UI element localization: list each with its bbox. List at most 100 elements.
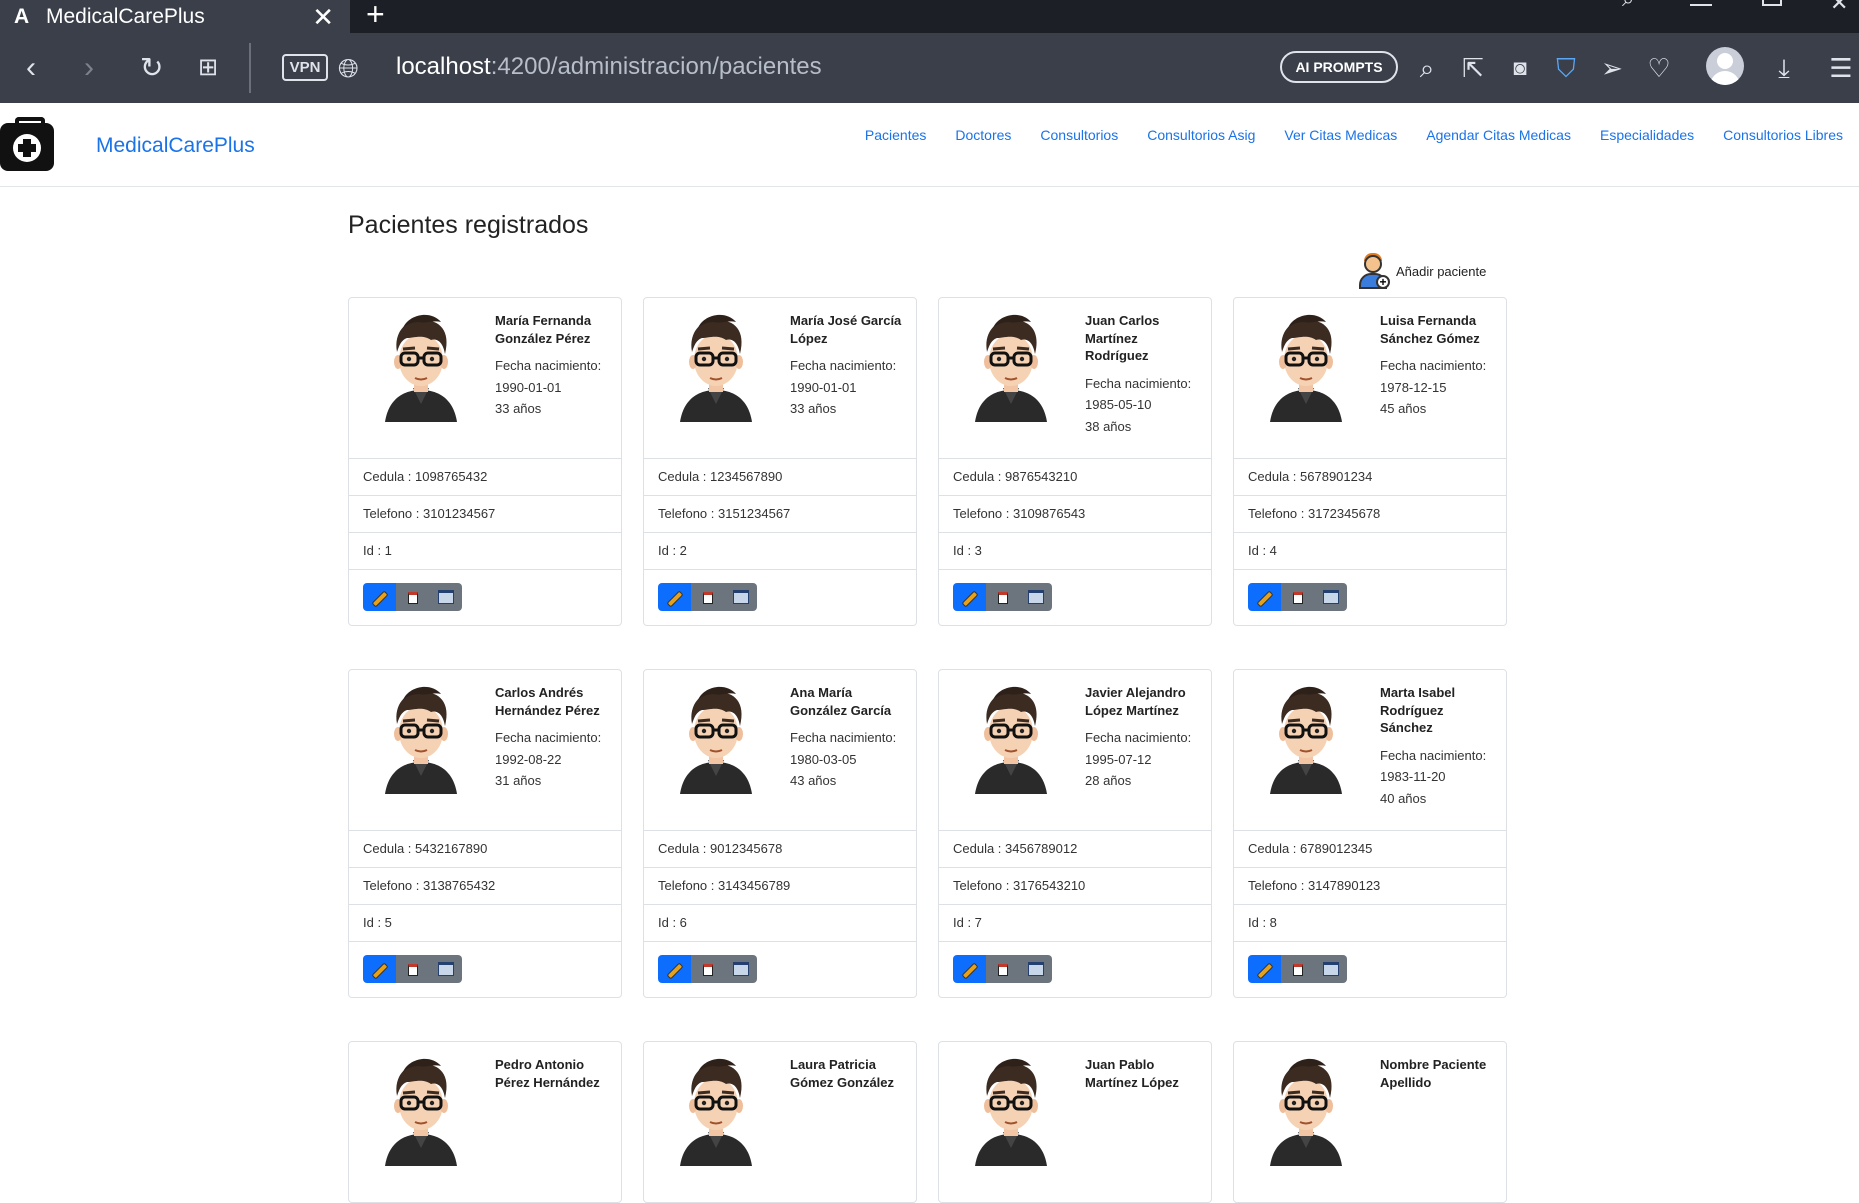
- appointments-button[interactable]: [1019, 583, 1052, 611]
- patient-avatar: [969, 1056, 1053, 1166]
- camera-icon[interactable]: ◙: [1505, 51, 1535, 85]
- appointments-button[interactable]: [1314, 583, 1347, 611]
- delete-button[interactable]: [396, 955, 429, 983]
- dob-value: 1990-01-01: [495, 379, 562, 395]
- close-tab-icon[interactable]: ✕: [312, 2, 334, 33]
- pencil-icon: [962, 591, 977, 607]
- nav-link-ver-citas[interactable]: Ver Citas Medicas: [1284, 127, 1397, 143]
- patient-dob: Fecha nacimiento: 1995-07-12 28 años: [1085, 727, 1199, 792]
- medical-kit-icon[interactable]: [0, 117, 54, 171]
- patient-age: 33 años: [495, 401, 542, 416]
- vpn-badge[interactable]: VPN: [282, 54, 328, 81]
- patient-card-header: Ana María González García Fecha nacimien…: [644, 670, 916, 830]
- address-bar: ‹ › ↻ ⊞ VPN 🌐︎ localhost:4200/administra…: [0, 33, 1859, 103]
- delete-button[interactable]: [1281, 955, 1314, 983]
- patient-age: 43 años: [790, 773, 837, 788]
- delete-button[interactable]: [691, 583, 724, 611]
- profile-avatar-icon[interactable]: [1706, 47, 1744, 85]
- patient-telefono: Telefono : 3151234567: [644, 495, 916, 532]
- minimize-icon[interactable]: [1690, 4, 1712, 6]
- zoom-icon[interactable]: ⌕: [1412, 51, 1442, 85]
- download-icon[interactable]: ⤓: [1769, 51, 1799, 85]
- delete-button[interactable]: [1281, 583, 1314, 611]
- heart-icon[interactable]: ♡: [1644, 51, 1674, 85]
- appointments-button[interactable]: [1019, 955, 1052, 983]
- url-field[interactable]: localhost:4200/administracion/pacientes: [396, 53, 822, 81]
- dob-label: Fecha nacimiento:: [495, 730, 602, 745]
- browser-tab-bar: A MedicalCarePlus ✕ + ⌕ ✕: [0, 0, 1859, 33]
- edit-button[interactable]: [1248, 583, 1281, 611]
- forward-icon[interactable]: ›: [84, 51, 94, 85]
- reload-icon[interactable]: ↻: [140, 51, 163, 85]
- patient-card: Pedro Antonio Pérez Hernández: [348, 1041, 622, 1203]
- patient-card-header: Javier Alejandro López Martínez Fecha na…: [939, 670, 1211, 830]
- delete-button[interactable]: [986, 955, 1019, 983]
- delete-button[interactable]: [691, 955, 724, 983]
- patient-name: Laura Patricia Gómez González: [790, 1057, 895, 1090]
- brand-name[interactable]: MedicalCarePlus: [96, 134, 255, 158]
- patient-telefono: Telefono : 3147890123: [1234, 867, 1506, 904]
- edit-button[interactable]: [363, 955, 396, 983]
- patient-age: 38 años: [1085, 418, 1132, 434]
- ai-prompts-button[interactable]: AI PROMPTS: [1280, 51, 1398, 83]
- search-tabs-icon[interactable]: ⌕: [1622, 0, 1634, 12]
- nav-link-consultorios-libres[interactable]: Consultorios Libres: [1723, 127, 1843, 143]
- browser-tab[interactable]: A MedicalCarePlus ✕: [0, 0, 350, 33]
- patient-actions: [349, 569, 621, 625]
- nav-link-agendar-citas[interactable]: Agendar Citas Medicas: [1426, 127, 1571, 143]
- edit-button[interactable]: [658, 583, 691, 611]
- share-icon[interactable]: ⇱: [1458, 51, 1488, 85]
- trash-icon: [997, 592, 1008, 604]
- patient-actions: [1234, 569, 1506, 625]
- appointments-button[interactable]: [429, 583, 462, 611]
- pencil-icon: [372, 963, 387, 979]
- nav-link-consultorios-asig[interactable]: Consultorios Asig: [1147, 127, 1255, 143]
- shield-check-icon[interactable]: ⛉: [1551, 51, 1581, 85]
- patient-avatar-icon: [680, 1058, 752, 1166]
- edit-button[interactable]: [658, 955, 691, 983]
- nav-link-especialidades[interactable]: Especialidades: [1600, 127, 1694, 143]
- patient-avatar: [1264, 684, 1348, 794]
- add-patient-button[interactable]: + Añadir paciente: [1356, 253, 1486, 289]
- appointments-button[interactable]: [1314, 955, 1347, 983]
- patient-card: Laura Patricia Gómez González: [643, 1041, 917, 1203]
- edit-button[interactable]: [363, 583, 396, 611]
- nav-link-consultorios[interactable]: Consultorios: [1040, 127, 1118, 143]
- dob-value: 1983-11-20: [1380, 769, 1446, 784]
- patient-avatar-icon: [385, 1058, 457, 1166]
- patient-name: Javier Alejandro López Martínez: [1085, 685, 1186, 718]
- delete-button[interactable]: [986, 583, 1019, 611]
- patient-avatar: [1264, 312, 1348, 422]
- globe-icon[interactable]: 🌐︎: [338, 51, 359, 85]
- maximize-icon[interactable]: [1762, 0, 1782, 6]
- new-tab-icon[interactable]: +: [366, 0, 385, 33]
- patient-avatar: [379, 1056, 463, 1166]
- calendar-icon: [732, 590, 749, 604]
- edit-button[interactable]: [1248, 955, 1281, 983]
- menu-icon[interactable]: ☰: [1826, 51, 1856, 85]
- appointments-button[interactable]: [724, 583, 757, 611]
- action-button-group: [1248, 955, 1347, 983]
- nav-link-pacientes[interactable]: Pacientes: [865, 127, 926, 143]
- patient-age: 40 años: [1380, 790, 1427, 806]
- patient-dob: Fecha nacimiento: 1990-01-01 33 años: [495, 355, 609, 420]
- patient-avatar: [969, 684, 1053, 794]
- patient-card-header: María Fernanda González Pérez Fecha naci…: [349, 298, 621, 458]
- patient-card: Luisa Fernanda Sánchez Gómez Fecha nacim…: [1233, 297, 1507, 626]
- pencil-icon: [667, 963, 682, 979]
- patient-cedula: Cedula : 6789012345: [1234, 830, 1506, 867]
- close-window-icon[interactable]: ✕: [1830, 0, 1848, 16]
- patient-dob: Fecha nacimiento: 1980-03-05 43 años: [790, 727, 904, 792]
- edit-button[interactable]: [953, 583, 986, 611]
- back-icon[interactable]: ‹: [26, 51, 36, 85]
- edit-button[interactable]: [953, 955, 986, 983]
- nav-link-doctores[interactable]: Doctores: [955, 127, 1011, 143]
- patient-card-header: Nombre Paciente Apellido: [1234, 1042, 1506, 1202]
- send-icon[interactable]: ➢: [1597, 51, 1627, 85]
- tabs-grid-icon[interactable]: ⊞: [198, 51, 218, 85]
- patient-avatar-icon: [1270, 314, 1342, 422]
- delete-button[interactable]: [396, 583, 429, 611]
- appointments-button[interactable]: [429, 955, 462, 983]
- patient-cedula: Cedula : 1234567890: [644, 458, 916, 495]
- appointments-button[interactable]: [724, 955, 757, 983]
